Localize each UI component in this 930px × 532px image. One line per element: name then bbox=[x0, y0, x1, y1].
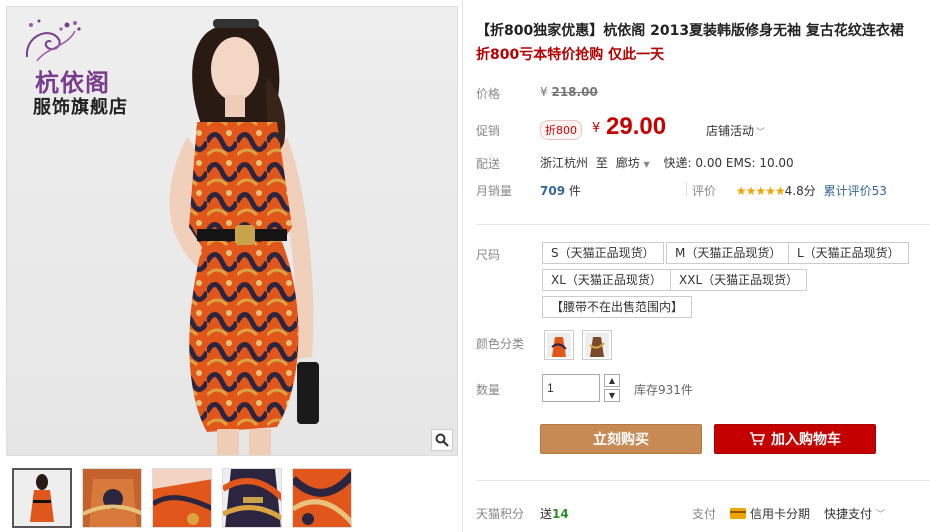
size-option-xxl[interactable]: XXL（天猫正品现货） bbox=[670, 269, 808, 291]
promo-label: 促销 bbox=[476, 124, 501, 138]
size-option-s[interactable]: S（天猫正品现货） bbox=[542, 242, 664, 264]
sales-label: 月销量 bbox=[476, 184, 513, 198]
color-option-1[interactable] bbox=[544, 330, 574, 360]
chevron-down-icon: ▼ bbox=[608, 391, 616, 400]
current-price: 29.00 bbox=[606, 113, 667, 140]
thumbnail-strip bbox=[12, 468, 352, 530]
quantity-increase-button[interactable]: ▲ bbox=[604, 374, 620, 387]
chevron-up-icon: ▲ bbox=[608, 376, 616, 385]
caret-down-icon: ▼ bbox=[643, 160, 650, 169]
thumbnail-1[interactable] bbox=[12, 468, 72, 528]
points-label: 天猫积分 bbox=[476, 507, 525, 521]
color-option-2[interactable] bbox=[582, 330, 612, 360]
size-option-belt-note[interactable]: 【腰带不在出售范围内】 bbox=[542, 296, 693, 318]
size-option-l[interactable]: L（天猫正品现货） bbox=[788, 242, 909, 264]
credit-card-icon bbox=[730, 508, 747, 519]
swirl-ornament-icon bbox=[25, 19, 81, 62]
quantity-label: 数量 bbox=[476, 383, 501, 397]
points-value: 送14 bbox=[540, 507, 569, 521]
magnifier-icon bbox=[435, 433, 449, 447]
store-name: 服饰旗舰店 bbox=[33, 97, 128, 118]
model-dress-photo bbox=[169, 19, 319, 455]
rating-stars-icon: ★★★★★ bbox=[735, 184, 786, 198]
discount-tag: 折800 bbox=[540, 120, 582, 140]
shop-activity-dropdown[interactable]: 店铺活动 ﹀ bbox=[706, 122, 765, 139]
chevron-down-icon: ﹀ bbox=[876, 510, 886, 520]
cart-icon bbox=[750, 432, 765, 446]
thumbnail-3[interactable] bbox=[152, 468, 212, 528]
buy-now-button[interactable]: 立刻购买 bbox=[540, 424, 702, 454]
monthly-sales: 709 件 bbox=[540, 184, 581, 198]
shipping-label: 配送 bbox=[476, 157, 501, 171]
credit-installment[interactable]: 信用卡分期 bbox=[730, 505, 810, 522]
product-title: 【折800独家优惠】杭依阁 2013夏装韩版修身无袖 复古花纹连衣裙 bbox=[476, 23, 904, 39]
shipping-info: 浙江杭州 至 廊坊 ▼ 快递: 0.00 EMS: 10.00 bbox=[540, 156, 794, 170]
stock-count: 库存931件 bbox=[634, 383, 693, 397]
ship-destination-select[interactable]: 廊坊 ▼ bbox=[616, 156, 650, 170]
thumbnail-2[interactable] bbox=[82, 468, 142, 528]
price-label: 价格 bbox=[476, 87, 501, 101]
size-label: 尺码 bbox=[476, 248, 501, 262]
thumbnail-4[interactable] bbox=[222, 468, 282, 528]
size-option-xl[interactable]: XL（天猫正品现货） bbox=[542, 269, 671, 291]
promo-text: 折800亏本特价抢购 仅此一天 bbox=[476, 47, 665, 63]
quick-pay[interactable]: 快捷支付 ﹀ bbox=[824, 505, 885, 522]
size-option-m[interactable]: M（天猫正品现货） bbox=[666, 242, 791, 264]
original-price: ¥ 218.00 bbox=[540, 85, 598, 99]
main-product-image[interactable]: 杭依阁 服饰旗舰店 bbox=[6, 6, 458, 456]
shipping-fees: 快递: 0.00 EMS: 10.00 bbox=[663, 156, 794, 170]
rating-info: 评价 ★★★★★4.8分 累计评价53 bbox=[692, 184, 887, 198]
zoom-button[interactable] bbox=[431, 429, 453, 451]
ship-from: 浙江杭州 bbox=[540, 156, 589, 170]
quantity-input[interactable] bbox=[542, 374, 600, 402]
quantity-decrease-button[interactable]: ▼ bbox=[604, 389, 620, 402]
product-info-panel: 【折800独家优惠】杭依阁 2013夏装韩版修身无袖 复古花纹连衣裙 折800亏… bbox=[462, 0, 930, 532]
chevron-down-icon: ﹀ bbox=[756, 128, 766, 138]
add-to-cart-button[interactable]: 加入购物车 bbox=[714, 424, 876, 454]
thumbnail-5[interactable] bbox=[292, 468, 352, 528]
color-label: 颜色分类 bbox=[476, 337, 525, 351]
review-count-link[interactable]: 累计评价53 bbox=[824, 184, 887, 198]
currency-symbol: ¥ bbox=[592, 121, 601, 136]
payment-options: 支付 信用卡分期 快捷支付 ﹀ bbox=[692, 505, 886, 522]
